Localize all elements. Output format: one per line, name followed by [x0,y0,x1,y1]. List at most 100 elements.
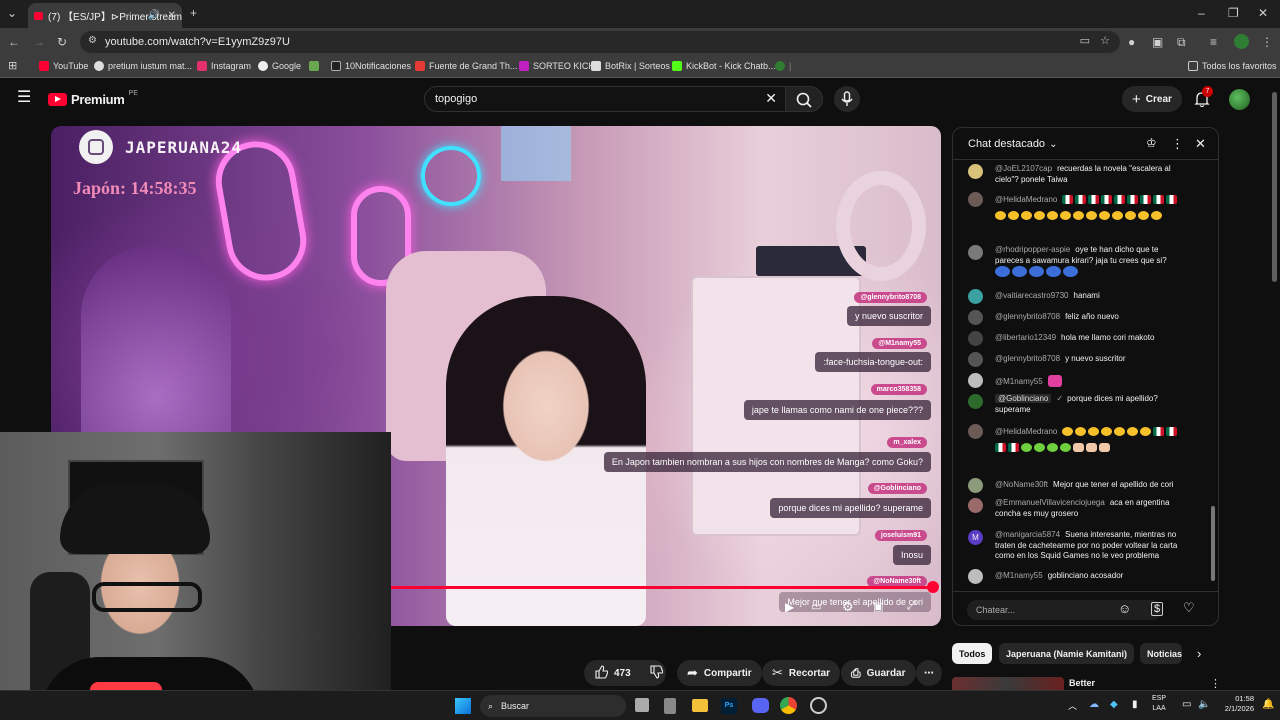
super-chat-icon[interactable]: $ [1151,602,1164,616]
bookmark-pretium[interactable]: pretium iustum mat... [94,61,192,71]
chat-author[interactable]: @M1namy55 [995,377,1043,386]
network-icon[interactable]: ▭ [1182,699,1191,710]
chat-author[interactable]: @EmmanuelVillavicenciojuega [995,498,1105,507]
emoji-picker-icon[interactable]: ☺ [1118,601,1131,616]
bookmark-10[interactable]: | [775,61,791,71]
author-avatar[interactable] [968,245,983,260]
save-button[interactable]: ⎙ Guardar [841,660,916,686]
browser-menu-icon[interactable]: ⋮ [1261,35,1273,49]
bookmark-youtube[interactable]: YouTube [39,61,88,71]
browser-tab[interactable]: (7) 【ES/JP】⊳Primer stream 🔊 ✕ [28,3,182,28]
back-icon[interactable]: ← [8,35,20,49]
chat-author[interactable]: @HelidaMedrano [995,195,1057,204]
chat-author[interactable]: @Goblinciano [995,394,1052,403]
address-bar[interactable]: ⚙ youtube.com/watch?v=E1yymZ9z97U ▭ ☆ [80,31,1120,53]
close-chat-icon[interactable]: ✕ [1195,136,1206,152]
reload-icon[interactable]: ↻ [57,35,67,49]
clock[interactable]: 01:58 2/1/2026 [1218,694,1254,714]
scrollbar-thumb[interactable] [1211,506,1215,581]
chat-author[interactable]: @manigarcia5874 [995,530,1060,539]
chat-input[interactable]: Chatear... [967,600,1162,620]
author-avatar[interactable] [968,424,983,439]
recommended-thumbnail[interactable] [952,677,1064,690]
account-avatar[interactable] [1229,89,1250,110]
author-avatar[interactable] [968,164,983,179]
bookmark-kickbot[interactable]: KickBot - Kick Chatb... [672,61,776,71]
restore-icon[interactable]: ❐ [1228,6,1239,20]
bookmark-10notificaciones[interactable]: 10Notificaciones [331,61,411,71]
notifications-button[interactable]: 7 [1193,86,1213,113]
taskbar-search[interactable]: ⌕ Buscar [480,695,626,717]
settings-icon[interactable]: ⚙ [842,599,854,615]
author-avatar[interactable] [968,331,983,346]
app-icon[interactable] [810,697,827,714]
author-avatar[interactable] [968,569,983,584]
author-avatar[interactable] [968,310,983,325]
chat-author[interactable]: @glennybrito8708 [995,312,1060,321]
bookmark-instagram[interactable]: Instagram [197,61,251,71]
page-scrollbar-thumb[interactable] [1272,92,1277,282]
chat-scrollbar[interactable] [1211,168,1215,584]
new-tab-icon[interactable]: + [190,6,197,20]
bookmark-sorteo-kick[interactable]: SORTEO KICK [519,61,594,71]
play-icon[interactable]: ▶ [785,600,794,614]
photoshop-icon[interactable]: Ps [721,698,737,714]
progress-scrubber[interactable] [926,581,939,593]
search-input[interactable]: topogigo ✕ [424,86,786,112]
recommended-menu-icon[interactable]: ⋮ [1210,677,1221,690]
chat-author[interactable]: @HelidaMedrano [995,427,1057,436]
audio-playing-icon[interactable]: 🔊 [148,10,160,21]
app-icon[interactable] [664,698,676,714]
chevron-right-icon[interactable]: › [1197,646,1201,661]
clip-button[interactable]: ✂ Recortar [762,660,841,686]
fullscreen-icon[interactable]: ⤢ [907,600,916,613]
forward-icon[interactable]: → [33,35,45,49]
author-avatar[interactable] [968,373,983,388]
tray-chevron-icon[interactable]: ︿ [1068,699,1077,712]
chrome-icon[interactable] [780,697,797,714]
bookmark-star-icon[interactable]: ☆ [1100,34,1110,47]
dislike-button[interactable] [649,664,663,682]
discord-icon[interactable] [752,698,769,713]
chat-author[interactable]: @libertario12349 [995,333,1056,342]
chat-mode-dropdown[interactable]: Chat destacado ⌄ [968,138,1057,150]
chip-channel[interactable]: Japeruana (Namie Kamitani) [999,643,1135,664]
apps-grid-icon[interactable]: ⊞ [8,59,17,73]
miniplayer-icon[interactable]: ▣ [873,600,883,613]
recommended-title[interactable]: Better [1069,678,1095,688]
like-button[interactable] [594,664,609,682]
tray-icon[interactable]: ☁ [1089,699,1099,710]
voice-search-button[interactable] [834,86,860,112]
chat-author[interactable]: @rhodripopper-aspie [995,245,1070,254]
profile-avatar[interactable] [1234,34,1249,49]
notification-center-icon[interactable]: 🔔 [1262,699,1274,710]
tab-close-icon[interactable]: ✕ [168,10,176,21]
search-button[interactable] [785,86,823,112]
author-avatar[interactable] [968,498,983,513]
file-explorer-icon[interactable] [692,699,708,712]
language-indicator[interactable]: ESP LAA [1152,694,1166,714]
extension-icon[interactable]: ● [1128,35,1135,49]
bookmark-unnamed[interactable] [309,61,319,71]
site-info-icon[interactable]: ⚙ [88,35,97,46]
author-avatar[interactable] [968,352,983,367]
chat-menu-icon[interactable]: ⋮ [1171,136,1184,152]
tray-icon[interactable]: ◆ [1110,699,1118,710]
tray-icon[interactable]: ▮ [1132,699,1138,710]
chat-author[interactable]: @JoEL2107cap [995,164,1052,173]
author-avatar[interactable] [968,394,983,409]
author-avatar[interactable] [968,192,983,207]
minimize-icon[interactable]: – [1198,6,1205,20]
hamburger-menu-icon[interactable]: ☰ [17,90,31,106]
window-close-icon[interactable]: ✕ [1258,6,1268,20]
create-button[interactable]: + Crear [1122,86,1182,112]
reading-list-icon[interactable]: ≡ [1210,35,1217,49]
youtube-logo[interactable]: Premium PE [48,90,138,107]
clear-search-icon[interactable]: ✕ [765,90,777,107]
chip-news[interactable]: Noticias [1140,643,1182,664]
extensions-puzzle-icon[interactable]: ⧉ [1177,35,1186,49]
task-view-icon[interactable] [635,698,649,712]
share-button[interactable]: ➦ Compartir [677,660,762,686]
cast-icon[interactable]: ▭ [1080,34,1090,47]
bookmark-botrix[interactable]: BotRix | Sorteos [591,61,670,71]
